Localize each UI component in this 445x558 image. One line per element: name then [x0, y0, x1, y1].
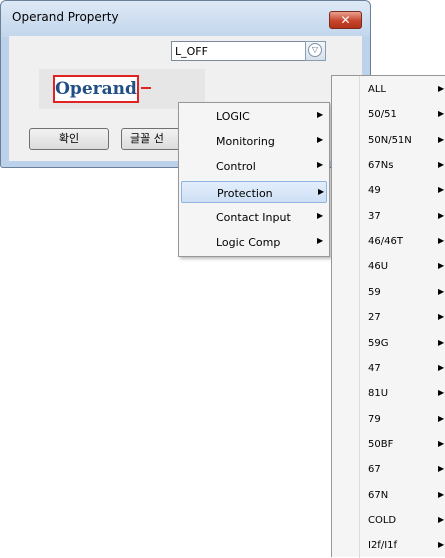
submenu-item-control[interactable]: Control ▶ — [181, 155, 327, 177]
protection-item-59[interactable]: 59 ▶ — [332, 281, 445, 303]
protection-item-i2f-i1f[interactable]: I2f/I1f ▶ — [332, 534, 445, 556]
protection-item-label: 50N/51N — [368, 134, 412, 146]
protection-item-label: 67Ns — [368, 160, 394, 172]
arrow-right-icon: ▶ — [438, 464, 445, 474]
preview-connector-line — [141, 87, 151, 89]
submenu-item-protection[interactable]: Protection ▶ — [181, 180, 327, 203]
protection-item-label: 67N — [368, 489, 389, 501]
protection-item-label: 67 — [368, 464, 381, 476]
arrow-right-icon: ▶ — [438, 210, 445, 220]
arrow-right-icon: ▶ — [438, 261, 445, 271]
title-bar[interactable]: Operand Property ✕ — [1, 1, 370, 37]
arrow-right-icon: ▶ — [438, 362, 445, 372]
protection-item-46u[interactable]: 46U ▶ — [332, 255, 445, 277]
protection-item-all[interactable]: ALL ▶ — [332, 78, 445, 100]
protection-item-81u[interactable]: 81U ▶ — [332, 382, 445, 404]
protection-item-46-46t[interactable]: 46/46T ▶ — [332, 230, 445, 252]
operand-combo-value: L_OFF — [175, 45, 208, 58]
protection-submenu: ALL ▶ 50/51 ▶ 50N/51N ▶ 67Ns ▶ 49 ▶ 37 ▶ 46/46T ▶ 46U ▶… — [331, 75, 445, 558]
arrow-right-icon: ▶ — [317, 160, 324, 170]
arrow-right-icon: ▶ — [438, 413, 445, 423]
protection-item-cold[interactable]: COLD ▶ — [332, 509, 445, 531]
arrow-right-icon: ▶ — [317, 135, 324, 145]
arrow-right-icon: ▶ — [438, 337, 445, 347]
dialog-title: Operand Property — [12, 10, 119, 24]
protection-item-67ns[interactable]: 67Ns ▶ — [332, 154, 445, 176]
submenu-item-label: Control — [216, 160, 256, 174]
protection-item-label: ALL — [368, 84, 386, 95]
protection-item-50n-51n[interactable]: 50N/51N ▶ — [332, 129, 445, 151]
arrow-right-icon: ▶ — [438, 286, 445, 296]
submenu-item-label: Protection — [217, 186, 273, 200]
arrow-right-icon: ▶ — [438, 438, 445, 448]
arrow-right-icon: ▶ — [438, 236, 445, 246]
protection-item-label: 59G — [368, 337, 389, 349]
protection-item-47[interactable]: 47 ▶ — [332, 357, 445, 379]
protection-item-label: 81U — [368, 388, 389, 400]
arrow-right-icon: ▶ — [318, 186, 325, 196]
protection-item-27[interactable]: 27 ▶ — [332, 306, 445, 328]
submenu-item-monitoring[interactable]: Monitoring ▶ — [181, 130, 327, 152]
protection-item-59g[interactable]: 59G ▶ — [332, 332, 445, 354]
protection-item-label: 50/51 — [368, 109, 397, 121]
protection-item-label: COLD — [368, 514, 397, 526]
protection-item-79[interactable]: 79 ▶ — [332, 408, 445, 430]
submenu-item-logic[interactable]: LOGIC ▶ — [181, 105, 327, 127]
submenu-item-label: Monitoring — [216, 135, 275, 149]
protection-item-67[interactable]: 67 ▶ — [332, 458, 445, 480]
protection-item-label: 50BF — [368, 438, 394, 450]
arrow-right-icon: ▶ — [438, 185, 445, 195]
operand-combo[interactable]: L_OFF — [171, 41, 312, 61]
protection-item-label: I2f/I1f — [368, 540, 398, 552]
operand-preview-text: Operand — [53, 75, 139, 103]
arrow-right-icon: ▶ — [438, 540, 445, 550]
protection-item-50-51[interactable]: 50/51 ▶ — [332, 103, 445, 125]
submenu-item-label: Contact Input — [216, 210, 291, 224]
submenu-item-logic-comp[interactable]: Logic Comp ▶ — [181, 231, 327, 253]
arrow-right-icon: ▶ — [438, 388, 445, 398]
ok-button-label: 확인 — [58, 132, 80, 145]
protection-item-67n[interactable]: 67N ▶ — [332, 484, 445, 506]
protection-item-label: 79 — [368, 413, 381, 425]
protection-item-label: 59 — [368, 286, 381, 298]
operand-dropdown-button[interactable]: ▽ — [305, 41, 326, 61]
ok-button[interactable]: 확인 — [29, 128, 109, 150]
arrow-right-icon: ▶ — [317, 110, 324, 119]
protection-item-37[interactable]: 37 ▶ — [332, 205, 445, 227]
arrow-right-icon: ▶ — [317, 210, 324, 220]
arrow-right-icon: ▶ — [438, 84, 445, 93]
protection-item-label: 46U — [368, 261, 389, 273]
protection-item-label: 37 — [368, 210, 381, 222]
category-submenu: LOGIC ▶ Monitoring ▶ Control ▶ Protection ▶ Cont… — [178, 102, 330, 257]
protection-item-49[interactable]: 49 ▶ — [332, 179, 445, 201]
protection-item-label: 27 — [368, 312, 381, 324]
arrow-right-icon: ▶ — [438, 312, 445, 322]
arrow-right-icon: ▶ — [438, 160, 445, 170]
arrow-right-icon: ▶ — [438, 134, 445, 144]
arrow-right-icon: ▶ — [317, 236, 324, 245]
submenu-item-label: LOGIC — [216, 110, 250, 123]
protection-item-label: 49 — [368, 185, 381, 197]
arrow-right-icon: ▶ — [438, 109, 445, 119]
protection-item-label: 47 — [368, 362, 381, 374]
submenu-item-contact-input[interactable]: Contact Input ▶ — [181, 206, 327, 228]
submenu-item-label: Logic Comp — [216, 236, 281, 249]
protection-item-label: 46/46T — [368, 236, 403, 248]
arrow-right-icon: ▶ — [438, 489, 445, 499]
arrow-right-icon: ▶ — [438, 514, 445, 524]
close-icon: ✕ — [340, 13, 351, 27]
close-button[interactable]: ✕ — [329, 11, 362, 29]
font-select-button-label: 글꼴 선 — [130, 132, 164, 145]
chevron-down-circle-icon: ▽ — [308, 43, 322, 57]
protection-item-50bf[interactable]: 50BF ▶ — [332, 433, 445, 455]
